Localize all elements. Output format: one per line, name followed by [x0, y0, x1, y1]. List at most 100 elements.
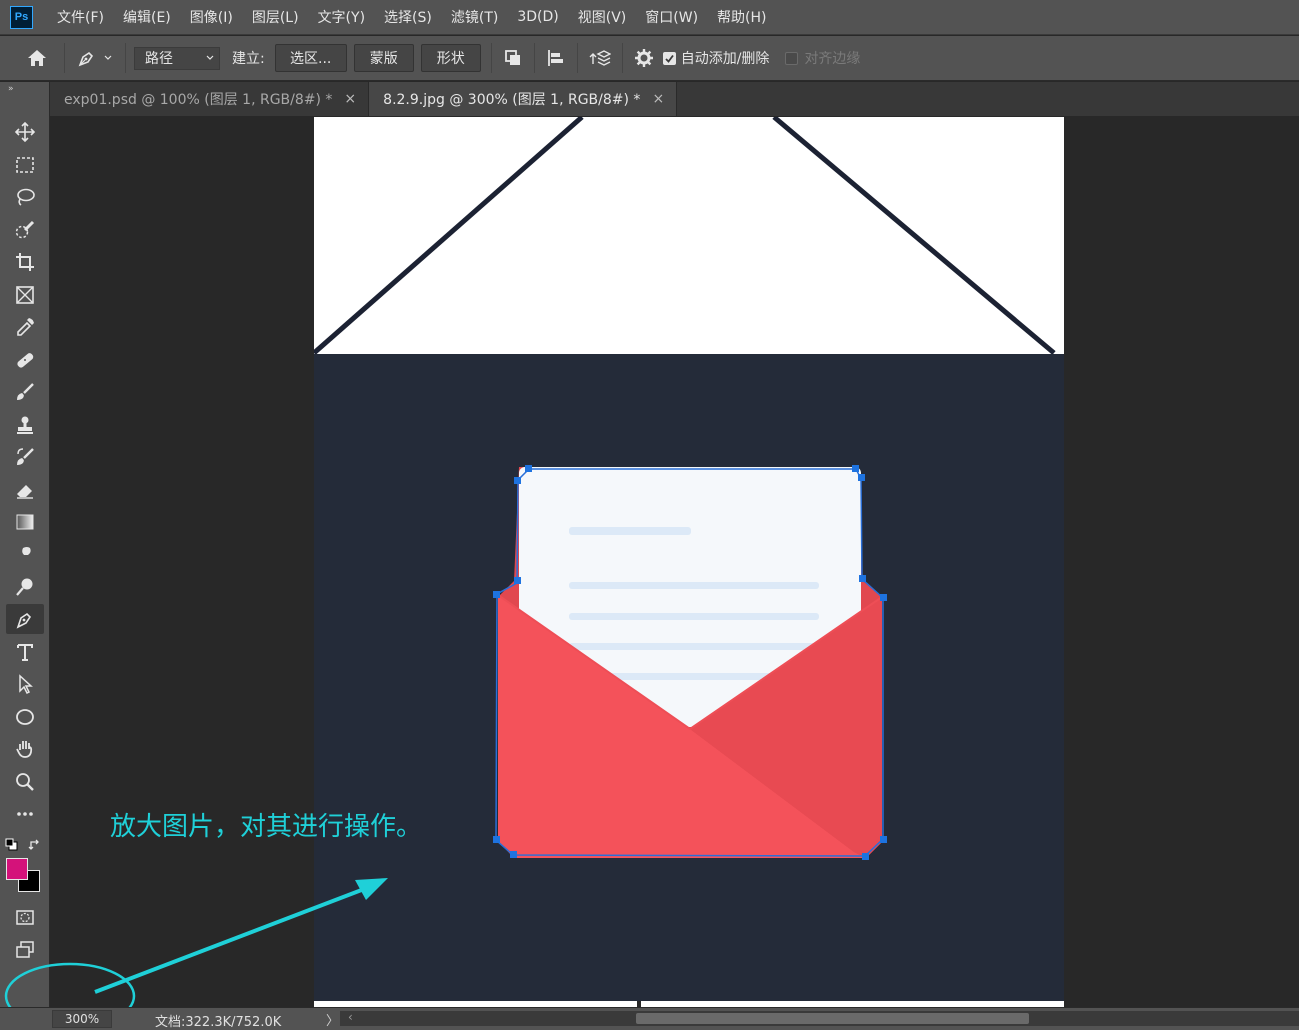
- tab-label: 8.2.9.jpg @ 300% (图层 1, RGB/8#) *: [383, 92, 641, 108]
- status-menu-arrow[interactable]: 〉: [326, 1010, 339, 1029]
- document-canvas[interactable]: [314, 117, 1064, 1007]
- default-colors-icon[interactable]: [5, 837, 19, 851]
- menu-image[interactable]: 图像(I): [190, 7, 233, 27]
- clone-stamp-tool[interactable]: [6, 410, 44, 440]
- separator: [576, 43, 578, 73]
- make-mask-button[interactable]: 蒙版: [353, 44, 414, 72]
- screen-mode-tool[interactable]: [6, 934, 44, 964]
- menu-edit[interactable]: 编辑(E): [123, 7, 171, 27]
- separator: [490, 43, 492, 73]
- smudge-tool[interactable]: [6, 540, 44, 570]
- document-tab-bar: exp01.psd @ 100% (图层 1, RGB/8#) * × 8.2.…: [50, 82, 1299, 116]
- eyedropper-tool[interactable]: [6, 312, 44, 342]
- close-icon[interactable]: ×: [652, 91, 664, 107]
- arrow-icon: [19, 674, 33, 695]
- separator: [64, 43, 65, 73]
- toolbar-collapse-icon[interactable]: »: [8, 84, 14, 94]
- healing-brush-tool[interactable]: [6, 345, 44, 375]
- dodge-tool[interactable]: [6, 572, 44, 602]
- menu-file[interactable]: 文件(F): [57, 7, 104, 27]
- quick-selection-tool[interactable]: [6, 215, 44, 245]
- zoom-tool[interactable]: [6, 767, 44, 797]
- menu-3d[interactable]: 3D(D): [517, 9, 558, 25]
- type-icon: [17, 644, 33, 661]
- close-icon[interactable]: ×: [344, 91, 356, 107]
- separator: [621, 43, 623, 73]
- menu-bar: Ps 文件(F) 编辑(E) 图像(I) 图层(L) 文字(Y) 选择(S) 滤…: [0, 0, 1299, 35]
- menu-help[interactable]: 帮助(H): [717, 7, 766, 27]
- path-selection-tool[interactable]: [6, 669, 44, 699]
- menu-layer[interactable]: 图层(L): [252, 7, 299, 27]
- eraser-tool[interactable]: [6, 475, 44, 505]
- quick-mask-icon: [16, 910, 34, 925]
- make-selection-button[interactable]: 选区...: [274, 44, 347, 72]
- menu-view[interactable]: 视图(V): [578, 7, 627, 27]
- dodge-icon: [16, 578, 33, 596]
- move-icon: [14, 121, 36, 143]
- tool-preset-picker[interactable]: [73, 43, 117, 73]
- document-info: 文档:322.3K/752.0K: [155, 1015, 282, 1030]
- canvas-white-region: [314, 117, 1064, 354]
- canvas-workspace[interactable]: [51, 116, 1299, 1007]
- path-arrangement-icon[interactable]: [586, 43, 614, 73]
- ellipse-icon: [16, 709, 34, 725]
- lasso-icon: [17, 188, 35, 206]
- smudge-icon: [22, 547, 31, 563]
- gradient-tool[interactable]: [6, 507, 44, 537]
- chevron-down-icon: [104, 55, 112, 60]
- pen-tool[interactable]: [6, 604, 44, 634]
- build-label: 建立:: [232, 51, 265, 67]
- tab-8-2-9[interactable]: 8.2.9.jpg @ 300% (图层 1, RGB/8#) * ×: [369, 82, 678, 116]
- align-edges-checkbox[interactable]: [785, 51, 799, 65]
- ellipse-tool[interactable]: [6, 702, 44, 732]
- frame-tool[interactable]: [6, 280, 44, 310]
- hand-icon: [16, 741, 33, 758]
- pen-icon: [78, 51, 94, 67]
- history-brush-tool[interactable]: [6, 442, 44, 472]
- mode-select[interactable]: 路径: [134, 46, 220, 70]
- toolbar: »: [0, 82, 50, 1007]
- lasso-tool[interactable]: [6, 182, 44, 212]
- make-shape-button[interactable]: 形状: [420, 44, 481, 72]
- pen-icon: [16, 612, 32, 629]
- frame-icon: [16, 286, 34, 304]
- menu-type[interactable]: 文字(Y): [318, 7, 365, 27]
- path-alignment-icon[interactable]: [543, 43, 569, 73]
- menu-filter[interactable]: 滤镜(T): [451, 7, 498, 27]
- foreground-color-swatch[interactable]: [6, 858, 28, 880]
- stamp-icon: [17, 416, 33, 434]
- home-icon[interactable]: [22, 43, 52, 73]
- chevron-down-icon: [206, 55, 214, 60]
- menu-window[interactable]: 窗口(W): [645, 7, 698, 27]
- crop-tool[interactable]: [6, 247, 44, 277]
- brush-tool[interactable]: [6, 377, 44, 407]
- separator: [125, 43, 126, 73]
- tab-label: exp01.psd @ 100% (图层 1, RGB/8#) *: [64, 92, 333, 108]
- photoshop-logo[interactable]: Ps: [10, 5, 33, 29]
- bandage-icon: [17, 353, 34, 368]
- gear-icon[interactable]: [631, 43, 657, 73]
- auto-add-delete-label: 自动添加/删除: [680, 51, 770, 67]
- path-operations-icon[interactable]: [500, 43, 526, 73]
- swap-colors-icon[interactable]: [28, 837, 42, 851]
- marquee-tool[interactable]: [6, 150, 44, 180]
- move-tool[interactable]: [6, 117, 44, 147]
- crop-icon: [16, 253, 34, 271]
- hand-tool[interactable]: [6, 734, 44, 764]
- menu-select[interactable]: 选择(S): [384, 7, 432, 27]
- scrollbar-thumb[interactable]: [636, 1013, 1029, 1024]
- more-icon: [17, 812, 33, 816]
- zoom-level-field[interactable]: 300%: [52, 1010, 112, 1028]
- history-brush-icon: [17, 448, 34, 465]
- options-bar: 路径 建立: 选区... 蒙版 形状 自动添加/删除 对齐边缘: [0, 36, 1299, 81]
- auto-add-delete-checkbox[interactable]: [662, 51, 676, 65]
- type-tool[interactable]: [6, 637, 44, 667]
- mode-select-value: 路径: [145, 51, 173, 67]
- tab-exp01[interactable]: exp01.psd @ 100% (图层 1, RGB/8#) * ×: [50, 82, 370, 116]
- horizontal-scrollbar[interactable]: ‹: [340, 1010, 1299, 1026]
- edit-toolbar[interactable]: [6, 799, 44, 829]
- rect-marquee-icon: [16, 157, 34, 173]
- quick-mask-tool[interactable]: [6, 902, 44, 932]
- eraser-icon: [17, 485, 33, 499]
- scroll-left-icon[interactable]: ‹: [348, 1010, 353, 1024]
